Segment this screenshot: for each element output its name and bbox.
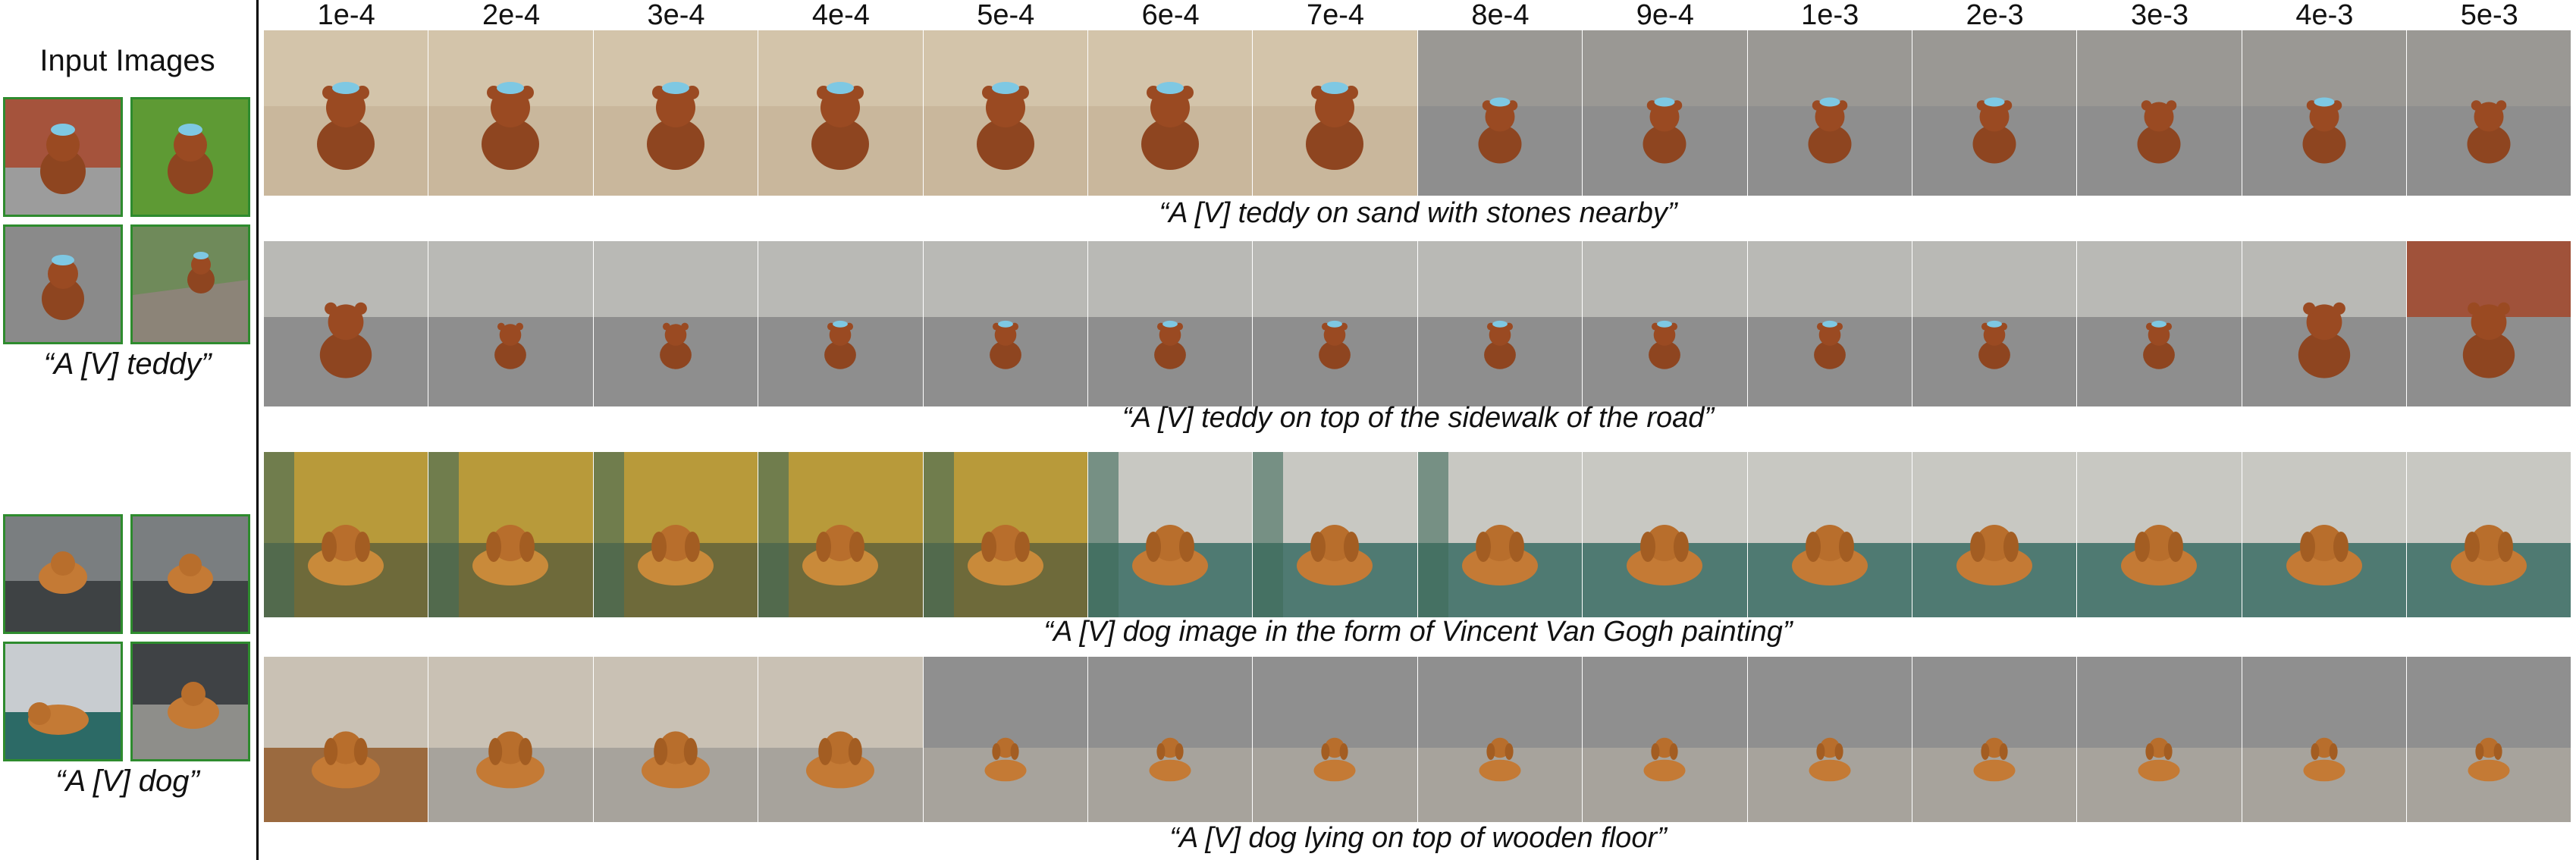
generated-image (1417, 241, 1583, 406)
generated-image (2407, 30, 2572, 196)
generated-image (428, 452, 594, 617)
generated-image (2077, 241, 2242, 406)
dog-floor-caption: “A [V] dog lying on top of wooden floor” (1169, 822, 1667, 854)
generated-image (1417, 30, 1583, 196)
dog-floor-row (264, 657, 2572, 822)
generated-image (428, 30, 594, 196)
generated-image (593, 30, 759, 196)
lr-label: 9e-4 (1636, 0, 1694, 31)
generated-image (593, 657, 759, 822)
generated-image (1087, 30, 1253, 196)
lr-label: 5e-3 (2460, 0, 2518, 31)
teddy-sidewalk-caption: “A [V] teddy on top of the sidewalk of t… (1122, 402, 1715, 434)
generated-image (2242, 241, 2408, 406)
generated-image (1912, 30, 2078, 196)
lr-label: 4e-4 (811, 0, 870, 31)
lr-label: 7e-4 (1307, 0, 1365, 31)
generated-image (1747, 452, 1912, 617)
generated-image (1583, 657, 1748, 822)
generated-image (1583, 30, 1748, 196)
generated-image (2077, 452, 2242, 617)
generated-image (1583, 241, 1748, 406)
generated-image (428, 241, 594, 406)
generated-image (2242, 657, 2408, 822)
generated-image (2242, 452, 2408, 617)
generated-image (2407, 657, 2572, 822)
generated-image (428, 657, 594, 822)
teddy-input-image-2 (130, 97, 250, 217)
generated-image (264, 452, 429, 617)
generated-image (593, 241, 759, 406)
generated-image (1912, 452, 2078, 617)
lr-label: 8e-4 (1471, 0, 1530, 31)
lr-label: 3e-3 (2130, 0, 2189, 31)
dog-van-gogh-row (264, 452, 2572, 617)
generated-image (758, 30, 924, 196)
lr-label: 6e-4 (1141, 0, 1200, 31)
generated-image (923, 657, 1088, 822)
generated-image (264, 657, 429, 822)
lr-label: 5e-4 (977, 0, 1035, 31)
lr-label: 1e-3 (1801, 0, 1859, 31)
learning-rate-header: 1e-4 2e-4 3e-4 4e-4 5e-4 6e-4 7e-4 8e-4 … (264, 0, 2572, 30)
generated-image (264, 30, 429, 196)
teddy-sand-row (264, 30, 2572, 196)
generated-image (1087, 241, 1253, 406)
vertical-divider (256, 0, 259, 860)
generated-image (2242, 30, 2408, 196)
generated-image (923, 241, 1088, 406)
dog-input-image-2 (130, 514, 250, 634)
teddy-input-grid (3, 97, 250, 344)
dog-van-gogh-caption: “A [V] dog image in the form of Vincent … (1043, 616, 1793, 648)
dog-input-image-1 (3, 514, 123, 634)
generated-image (1912, 657, 2078, 822)
generated-image (758, 452, 924, 617)
generated-image (1417, 657, 1583, 822)
generated-image (923, 30, 1088, 196)
generated-image (1417, 452, 1583, 617)
generated-image (1087, 657, 1253, 822)
teddy-sidewalk-row (264, 241, 2572, 406)
generated-image (1912, 241, 2078, 406)
generated-image (1253, 241, 1418, 406)
generated-image (1253, 30, 1418, 196)
lr-label: 1e-4 (317, 0, 375, 31)
lr-label: 3e-4 (647, 0, 705, 31)
generated-image (923, 452, 1088, 617)
generated-image (1583, 452, 1748, 617)
generated-image (1087, 452, 1253, 617)
teddy-concept-caption: “A [V] teddy” (43, 347, 212, 381)
generated-image (1747, 657, 1912, 822)
dog-input-image-3 (3, 642, 123, 761)
lr-label: 2e-3 (1966, 0, 2024, 31)
teddy-sand-caption: “A [V] teddy on sand with stones nearby” (1159, 197, 1677, 229)
teddy-input-image-1 (3, 97, 123, 217)
generated-image (1253, 657, 1418, 822)
generated-image (2407, 452, 2572, 617)
generated-image (593, 452, 759, 617)
generated-image (1253, 452, 1418, 617)
teddy-input-image-3 (3, 224, 123, 344)
generated-image (2077, 30, 2242, 196)
lr-label: 2e-4 (482, 0, 541, 31)
dog-input-image-4 (130, 642, 250, 761)
generated-image (2077, 657, 2242, 822)
generated-image (1747, 241, 1912, 406)
dog-input-grid (3, 514, 250, 761)
input-images-title: Input Images (39, 44, 215, 77)
teddy-input-image-4 (130, 224, 250, 344)
generated-image (758, 241, 924, 406)
generated-image (2407, 241, 2572, 406)
generated-image (264, 241, 429, 406)
dog-concept-caption: “A [V] dog” (55, 764, 199, 798)
lr-label: 4e-3 (2295, 0, 2354, 31)
generated-image (758, 657, 924, 822)
generated-image (1747, 30, 1912, 196)
